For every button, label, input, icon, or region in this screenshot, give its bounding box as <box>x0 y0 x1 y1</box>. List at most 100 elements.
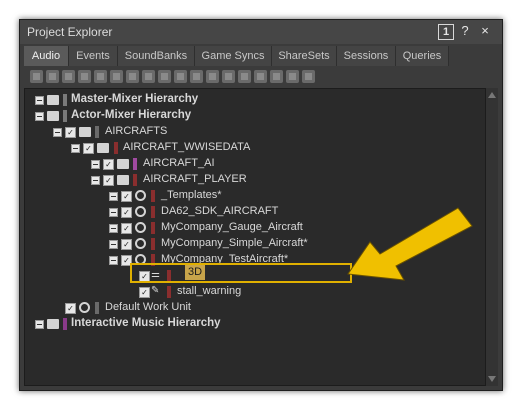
checkbox[interactable]: ✓ <box>103 175 114 186</box>
container-tool-icon[interactable] <box>126 70 139 83</box>
music-segment-tool-icon[interactable] <box>270 70 283 83</box>
tab-game-syncs[interactable]: Game Syncs <box>195 46 272 66</box>
tree-item-label: AIRCRAFT_WWISEDATA <box>123 141 251 153</box>
tree-item-label: Master-Mixer Hierarchy <box>71 93 199 105</box>
aux-bus-tool-icon[interactable] <box>94 70 107 83</box>
tab-audio[interactable]: Audio <box>24 46 69 66</box>
expand-icon[interactable] <box>109 192 118 201</box>
music-playlist-tool-icon[interactable] <box>254 70 267 83</box>
help-icon[interactable]: ? <box>456 22 474 40</box>
checkbox[interactable]: ✓ <box>103 159 114 170</box>
bus-tool-icon[interactable] <box>78 70 91 83</box>
checkbox[interactable]: ✓ <box>121 207 132 218</box>
close-icon[interactable]: × <box>476 22 494 40</box>
actor-mixer-icon <box>135 222 146 233</box>
tree-row[interactable]: ✓ AIRCRAFTS <box>25 124 485 140</box>
tab-sessions[interactable]: Sessions <box>337 46 396 66</box>
collapse-icon[interactable] <box>53 128 62 137</box>
collapse-icon[interactable] <box>71 144 80 153</box>
checkbox[interactable]: ✓ <box>121 223 132 234</box>
color-bar <box>133 174 137 186</box>
tree-item-label: AIRCRAFT_PLAYER <box>143 173 247 185</box>
expand-icon[interactable] <box>109 240 118 249</box>
sound-voice-icon: ✎ <box>151 285 160 296</box>
color-bar <box>133 158 137 170</box>
music-track-tool-icon[interactable] <box>286 70 299 83</box>
tree-item-label: Actor-Mixer Hierarchy <box>71 109 192 121</box>
tree-item-label: MyCompany_Simple_Aircraft* <box>161 237 308 249</box>
tree-row[interactable]: ✓ AIRCRAFT_PLAYER <box>25 172 485 188</box>
scroll-down-icon[interactable] <box>488 376 496 382</box>
tab-events[interactable]: Events <box>69 46 118 66</box>
checkbox[interactable]: ✓ <box>65 127 76 138</box>
tree-row[interactable]: ✓ _Templates* <box>25 188 485 204</box>
folder-icon <box>117 159 129 169</box>
callout-arrow-icon <box>347 207 473 281</box>
color-bar <box>151 238 155 250</box>
tree-row[interactable]: Master-Mixer Hierarchy <box>25 92 485 108</box>
vertical-scrollbar[interactable] <box>486 88 498 386</box>
collapse-icon[interactable] <box>109 256 118 265</box>
folder-tool-icon[interactable] <box>46 70 59 83</box>
voice-tool-icon[interactable] <box>222 70 235 83</box>
folder-icon <box>79 127 91 137</box>
collapse-icon[interactable] <box>35 112 44 121</box>
pin-number-button[interactable]: 1 <box>438 24 454 40</box>
tree-row[interactable]: ✓ Default Work Unit <box>25 300 485 316</box>
tree-item-label: stall_warning <box>177 285 242 297</box>
random-tool-icon[interactable] <box>158 70 171 83</box>
expand-icon[interactable] <box>35 320 44 329</box>
toolbar <box>24 68 498 86</box>
color-bar <box>95 302 99 314</box>
actor-mixer-icon <box>135 190 146 201</box>
tree-item-label: DA62_SDK_AIRCRAFT <box>161 205 279 217</box>
scroll-up-icon[interactable] <box>488 92 496 98</box>
expand-icon[interactable] <box>109 224 118 233</box>
collapse-icon[interactable] <box>91 176 100 185</box>
highlight-box <box>130 263 352 283</box>
virtual-folder-tool-icon[interactable] <box>62 70 75 83</box>
expand-icon[interactable] <box>91 160 100 169</box>
switch-tool-icon[interactable] <box>174 70 187 83</box>
settings-tool-icon[interactable] <box>302 70 315 83</box>
sound-tool-icon[interactable] <box>206 70 219 83</box>
tree-item-label: _Templates* <box>161 189 222 201</box>
tab-bar: Audio Events SoundBanks Game Syncs Share… <box>24 46 498 66</box>
checkbox[interactable]: ✓ <box>65 303 76 314</box>
color-bar <box>167 286 171 298</box>
color-bar <box>63 110 67 122</box>
folder-icon <box>97 143 109 153</box>
tree-row[interactable]: Interactive Music Hierarchy <box>25 316 485 332</box>
color-bar <box>151 222 155 234</box>
folder-icon <box>47 111 59 121</box>
tab-queries[interactable]: Queries <box>396 46 449 66</box>
sequence-tool-icon[interactable] <box>190 70 203 83</box>
work-unit-icon <box>79 302 90 313</box>
tab-sharesets[interactable]: ShareSets <box>272 46 337 66</box>
tree-row[interactable]: ✓ AIRCRAFT_AI <box>25 156 485 172</box>
tree-row[interactable]: ✓ AIRCRAFT_WWISEDATA <box>25 140 485 156</box>
color-bar <box>151 190 155 202</box>
tab-soundbanks[interactable]: SoundBanks <box>118 46 195 66</box>
window-title: Project Explorer <box>27 25 113 39</box>
work-unit-tool-icon[interactable] <box>30 70 43 83</box>
tree-item-label: MyCompany_Gauge_Aircraft <box>161 221 303 233</box>
tree-row[interactable]: ✓ ✎ stall_warning <box>25 284 485 300</box>
checkbox[interactable]: ✓ <box>83 143 94 154</box>
color-bar <box>114 142 118 154</box>
color-bar <box>95 126 99 138</box>
color-bar <box>151 206 155 218</box>
expand-icon[interactable] <box>35 96 44 105</box>
expand-icon[interactable] <box>109 208 118 217</box>
music-switch-tool-icon[interactable] <box>238 70 251 83</box>
color-bar <box>63 94 67 106</box>
blend-tool-icon[interactable] <box>142 70 155 83</box>
actor-mixer-icon <box>135 238 146 249</box>
tree-item-label: AIRCRAFT_AI <box>143 157 215 169</box>
checkbox[interactable]: ✓ <box>121 191 132 202</box>
list-tool-icon[interactable] <box>110 70 123 83</box>
checkbox[interactable]: ✓ <box>139 287 150 298</box>
color-bar <box>63 318 67 330</box>
checkbox[interactable]: ✓ <box>121 239 132 250</box>
tree-row[interactable]: Actor-Mixer Hierarchy <box>25 108 485 124</box>
